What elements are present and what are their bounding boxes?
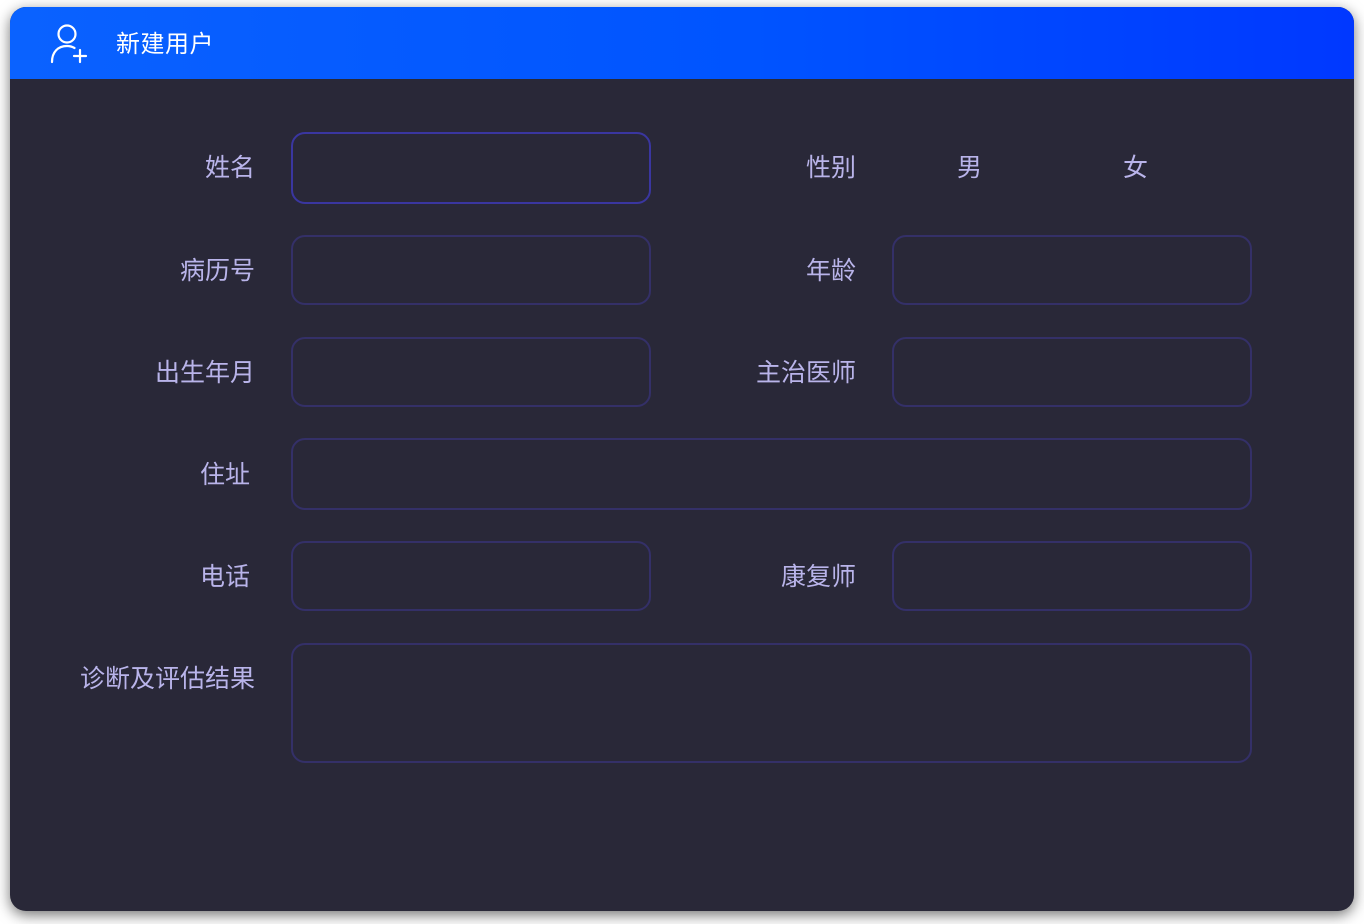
attending-doctor-input[interactable] [894,339,1250,405]
name-label: 姓名 [204,153,255,182]
attending-doctor-label: 主治医师 [755,358,856,387]
gender-option-male[interactable]: 男 [957,151,982,185]
diagnosis-field[interactable] [291,643,1252,763]
gender-label: 性别 [805,153,856,182]
address-label: 住址 [199,460,250,489]
birth-date-input[interactable] [293,339,649,405]
dialog-title: 新建用户 [116,30,214,58]
birth-date-label: 出生年月 [154,358,255,387]
new-user-dialog: 新建用户 姓名 性别 男 女 病历号 年龄 出生年月 主治医师 住址 电话 康复… [10,7,1354,911]
age-label: 年龄 [805,256,856,285]
birth-date-field[interactable] [291,337,651,407]
diagnosis-label: 诊断及评估结果 [79,664,255,693]
add-user-icon [48,21,92,65]
dialog-header: 新建用户 [10,7,1354,79]
name-field[interactable] [291,132,651,204]
age-field[interactable] [892,235,1252,305]
therapist-field[interactable] [892,541,1252,611]
diagnosis-textarea[interactable] [293,645,1250,761]
record-number-input[interactable] [293,237,649,303]
therapist-label: 康复师 [780,562,856,591]
phone-field[interactable] [291,541,651,611]
record-number-field[interactable] [291,235,651,305]
address-input[interactable] [293,440,1250,508]
address-field[interactable] [291,438,1252,510]
gender-option-female[interactable]: 女 [1123,151,1148,185]
phone-input[interactable] [293,543,649,609]
age-input[interactable] [894,237,1250,303]
phone-label: 电话 [199,562,250,591]
attending-doctor-field[interactable] [892,337,1252,407]
therapist-input[interactable] [894,543,1250,609]
name-input[interactable] [293,134,649,202]
record-number-label: 病历号 [179,256,255,285]
